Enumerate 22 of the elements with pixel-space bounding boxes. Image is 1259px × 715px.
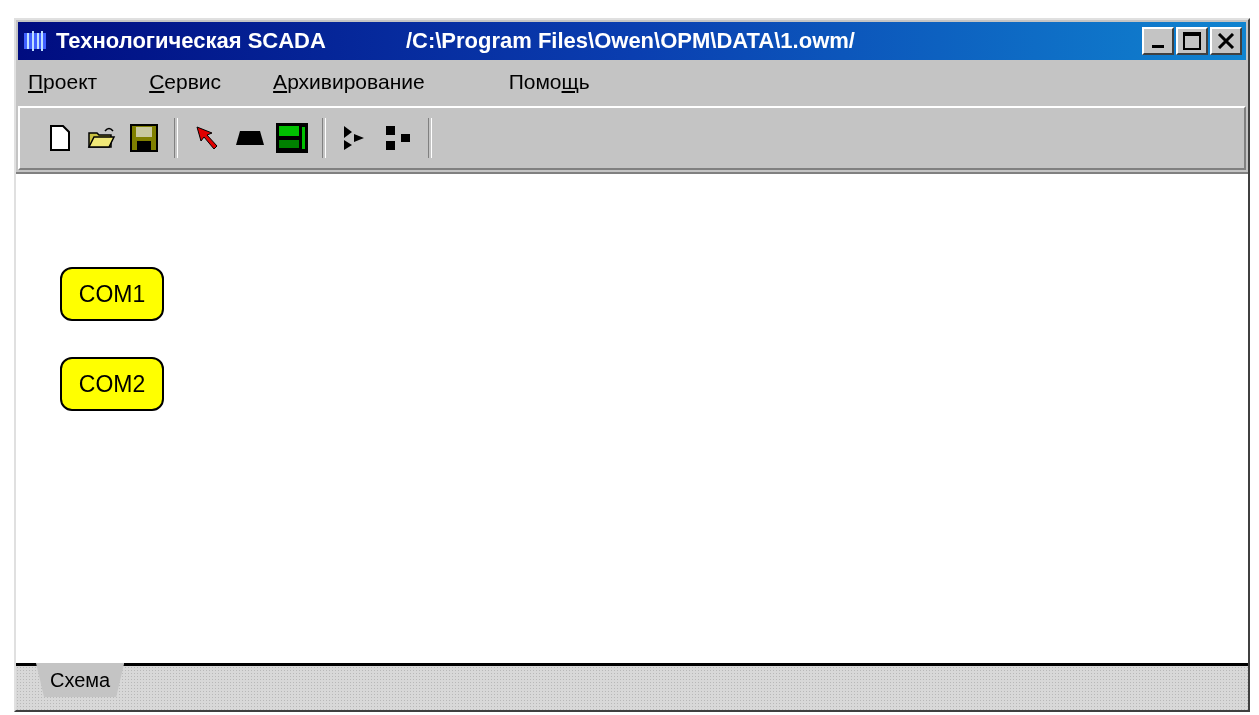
minimize-button[interactable] xyxy=(1142,27,1174,55)
port-node[interactable]: COM1 xyxy=(60,267,164,321)
port-node[interactable]: COM2 xyxy=(60,357,164,411)
window-title: Технологическая SCADA xyxy=(56,28,326,54)
minimize-icon xyxy=(1152,45,1164,48)
maximize-icon xyxy=(1183,32,1201,50)
trapezoid-block-icon xyxy=(234,129,266,147)
node-blocks-icon xyxy=(384,124,412,152)
sheet-tab[interactable]: Схема xyxy=(36,663,125,697)
file-path: /C:\Program Files\Owen\OPM\DATA\1.owm/ xyxy=(405,28,855,54)
app-icon xyxy=(22,29,48,53)
folder-icon xyxy=(87,125,117,151)
menu-item[interactable]: Архивирование xyxy=(273,70,425,94)
menu-item[interactable]: Помощь xyxy=(508,70,590,94)
menu-item[interactable]: Проект xyxy=(28,70,98,94)
maximize-button[interactable] xyxy=(1176,27,1208,55)
close-icon xyxy=(1217,33,1235,49)
digital-display-icon xyxy=(276,123,308,153)
blank-page-icon xyxy=(49,124,71,152)
menu-item[interactable]: Сервис xyxy=(149,70,222,94)
close-button[interactable] xyxy=(1210,27,1242,55)
toolbar-button[interactable] xyxy=(276,120,308,156)
